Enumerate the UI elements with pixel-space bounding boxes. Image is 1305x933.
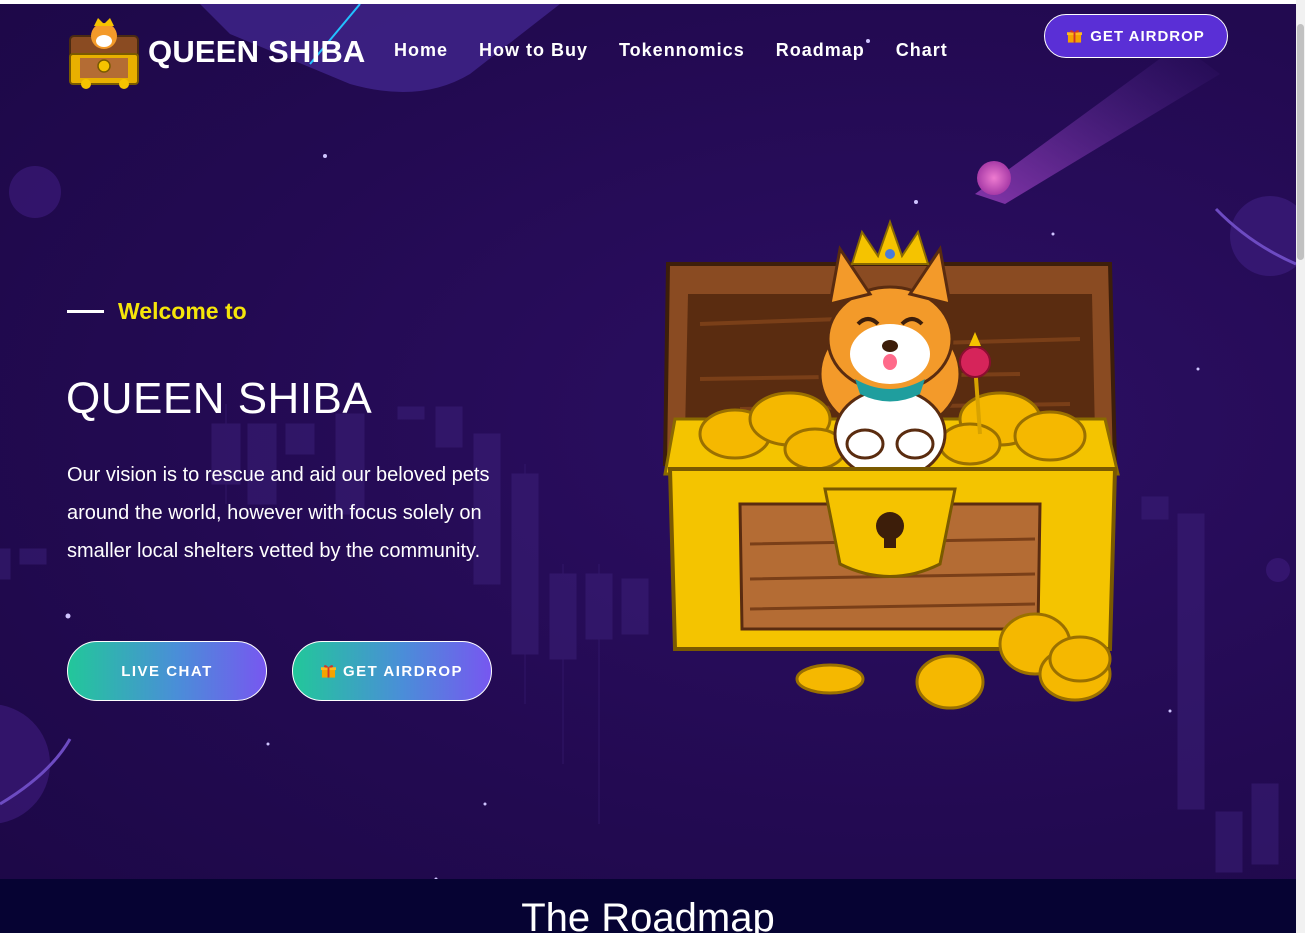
gift-icon bbox=[320, 665, 336, 678]
gift-icon bbox=[1067, 30, 1083, 43]
hero-section: QUEEN SHIBA Home How to Buy Tokennomics … bbox=[0, 4, 1296, 933]
welcome-divider bbox=[67, 310, 104, 313]
nav-roadmap[interactable]: Roadmap bbox=[776, 40, 865, 61]
header-get-airdrop-button[interactable]: GET AIRDROP bbox=[1044, 14, 1228, 58]
header-get-airdrop-label: GET AIRDROP bbox=[1090, 27, 1205, 45]
nav-how-to-buy[interactable]: How to Buy bbox=[479, 40, 588, 61]
welcome-text: Welcome to bbox=[118, 298, 247, 324]
roadmap-title: The Roadmap bbox=[521, 896, 775, 933]
nav-home[interactable]: Home bbox=[394, 40, 448, 61]
treasure-chest-logo-icon bbox=[69, 18, 139, 89]
brand-logo[interactable]: QUEEN SHIBA bbox=[66, 14, 366, 90]
welcome-heading: Welcome to bbox=[67, 298, 247, 325]
main-nav: Home How to Buy Tokennomics Roadmap Char… bbox=[394, 40, 979, 61]
brand-name: QUEEN SHIBA bbox=[148, 34, 366, 69]
shiba-treasure-chest-illustration bbox=[662, 218, 1120, 710]
nav-chart[interactable]: Chart bbox=[896, 40, 948, 61]
hero-get-airdrop-label: GET AIRDROP bbox=[342, 662, 464, 680]
nav-tokenomics[interactable]: Tokennomics bbox=[619, 40, 745, 61]
scrollbar-thumb[interactable] bbox=[1297, 24, 1304, 260]
hero-description: Our vision is to rescue and aid our belo… bbox=[67, 464, 490, 562]
live-chat-label: LIVE CHAT bbox=[121, 662, 213, 680]
page-scrollbar[interactable] bbox=[1296, 0, 1305, 933]
hero-title: QUEEN SHIBA bbox=[66, 374, 373, 423]
hero-get-airdrop-button[interactable]: GET AIRDROP bbox=[292, 641, 492, 701]
live-chat-button[interactable]: LIVE CHAT bbox=[67, 641, 267, 701]
